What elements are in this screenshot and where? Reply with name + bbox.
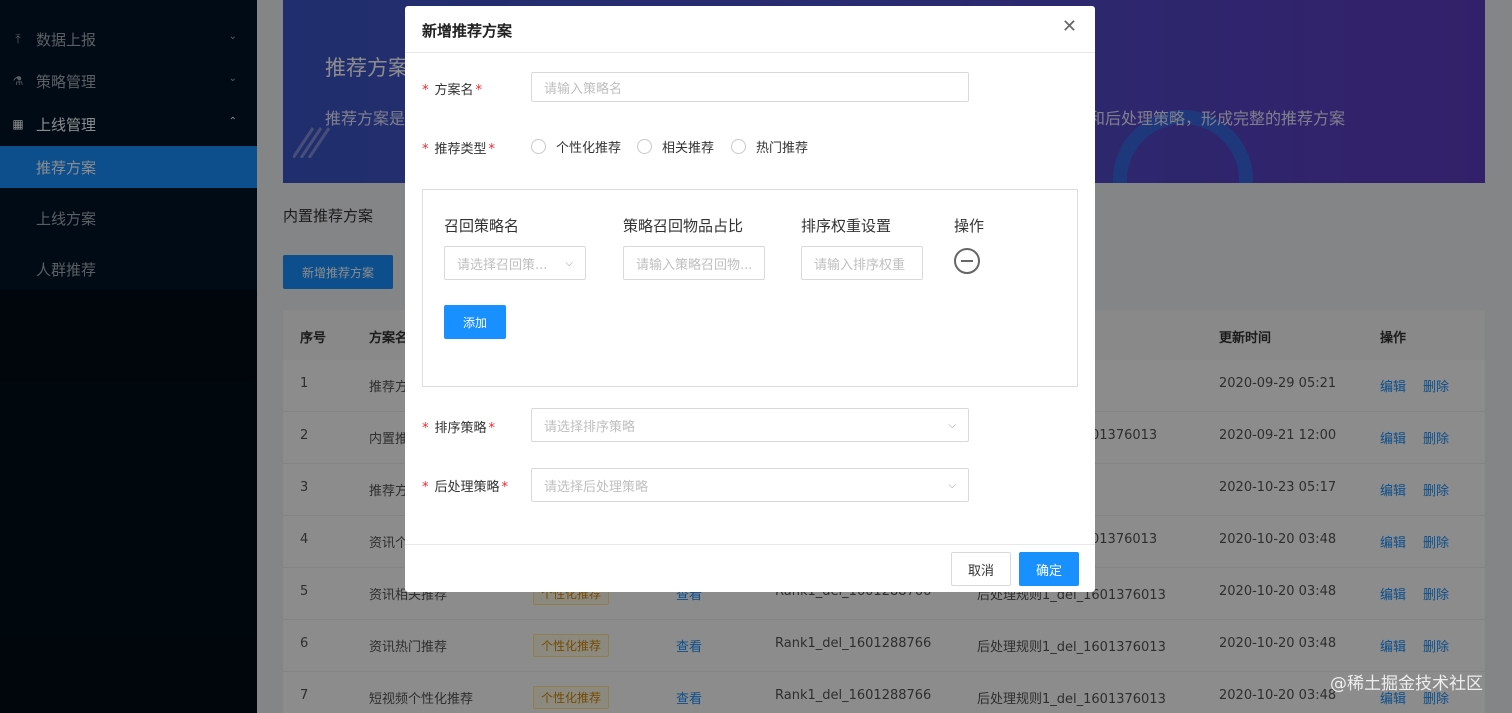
plan-name-label: * 方案名 * [422,83,483,98]
recall-strategy-select[interactable]: 请选择召回策... ⌵ [444,246,586,280]
rank-strategy-label: * 排序策略 * [422,421,496,436]
modal-title: 新增推荐方案 [422,22,513,40]
modal-footer: 取消 确定 [405,544,1095,592]
col-recall-name: 召回策略名 [444,217,520,235]
radio-related[interactable]: 相关推荐 [637,137,714,156]
recall-ratio-input[interactable]: 请输入策略召回物... [623,246,765,280]
cancel-button[interactable]: 取消 [951,552,1011,586]
required-mark: * [422,421,429,436]
confirm-button[interactable]: 确定 [1019,552,1079,586]
plan-name-input[interactable]: 请输入策略名 [531,72,969,102]
radio-hot[interactable]: 热门推荐 [731,137,808,156]
watermark: @稀土掘金技术社区 [1330,674,1483,694]
col-sort-weight: 排序权重设置 [801,217,892,235]
add-recall-button[interactable]: 添加 [444,305,506,339]
required-mark: * [422,142,429,157]
remove-row-icon[interactable] [954,248,980,274]
add-plan-modal: 新增推荐方案 ✕ * 方案名 * 请输入策略名 * 推荐类型 * 个性化推荐 相关推荐 … [405,6,1095,592]
required-mark: * [422,480,429,495]
rank-strategy-select[interactable]: 请选择排序策略 ⌵ [531,408,969,442]
post-strategy-label: * 后处理策略 * [422,480,509,495]
chevron-down-icon: ⌵ [565,258,573,269]
radio-circle [637,139,652,154]
chevron-down-icon: ⌵ [948,480,956,491]
chevron-down-icon: ⌵ [948,420,956,431]
sort-weight-input[interactable]: 请输入排序权重 [801,246,923,280]
radio-circle [531,139,546,154]
close-icon[interactable]: ✕ [1062,18,1077,36]
modal-header: 新增推荐方案 ✕ [405,6,1095,53]
required-mark: * [422,83,429,98]
radio-circle [731,139,746,154]
col-recall-ratio: 策略召回物品占比 [623,217,744,235]
radio-personalized[interactable]: 个性化推荐 [531,137,621,156]
recall-strategy-box: 召回策略名 策略召回物品占比 排序权重设置 操作 请选择召回策... ⌵ 请输入… [422,189,1078,387]
post-strategy-select[interactable]: 请选择后处理策略 ⌵ [531,468,969,502]
col-action: 操作 [954,217,985,235]
recommend-type-label: * 推荐类型 * [422,142,496,157]
